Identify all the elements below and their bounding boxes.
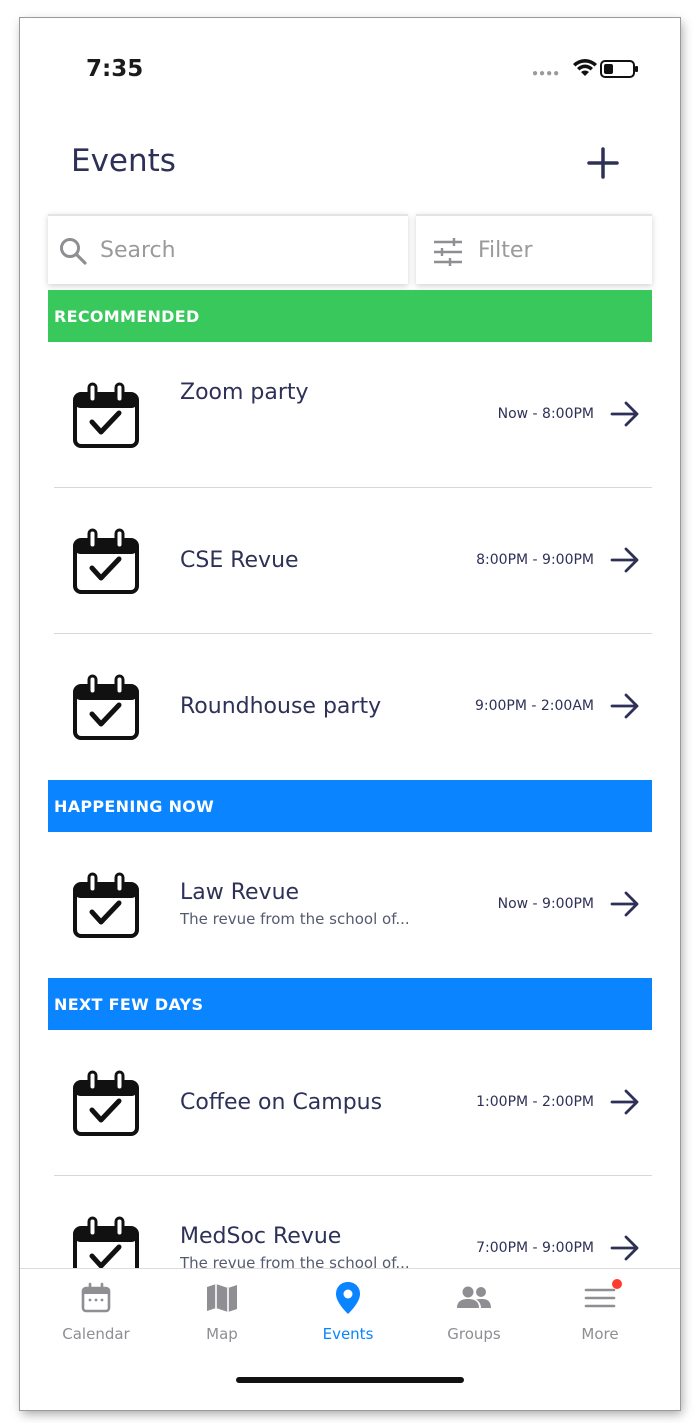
sliders-icon	[434, 238, 462, 266]
tab-map[interactable]: Map	[167, 1279, 277, 1349]
add-event-button[interactable]	[580, 140, 626, 186]
search-input[interactable]: Search	[48, 214, 408, 284]
phone-screen: 7:35 ●●●● Events Search Filter RECOMMEND…	[20, 18, 680, 1410]
search-placeholder: Search	[100, 238, 176, 263]
filter-label: Filter	[478, 238, 533, 263]
event-row-cse-revue[interactable]: CSE Revue 8:00PM - 9:00PM	[48, 488, 652, 634]
arrow-right-icon	[610, 1235, 639, 1261]
event-title: Roundhouse party	[180, 694, 382, 719]
battery-icon	[600, 60, 638, 78]
calendar-check-icon	[73, 1070, 139, 1136]
section-header-next-few-days: NEXT FEW DAYS	[48, 978, 652, 1030]
event-time: 9:00PM - 2:00AM	[474, 698, 594, 714]
event-time: 8:00PM - 9:00PM	[476, 552, 594, 568]
event-title: Coffee on Campus	[180, 1090, 383, 1115]
section-header-recommended: RECOMMENDED	[48, 290, 652, 342]
location-pin-icon	[335, 1279, 361, 1317]
arrow-right-icon	[610, 401, 639, 427]
event-title: Law Revue	[180, 880, 300, 905]
tab-calendar[interactable]: Calendar	[41, 1279, 151, 1349]
plus-icon	[587, 147, 619, 179]
arrow-right-icon	[610, 693, 639, 719]
tab-label: Calendar	[62, 1325, 130, 1343]
tab-label: More	[581, 1325, 619, 1343]
event-title: MedSoc Revue	[180, 1224, 342, 1249]
event-row-coffee-on-campus[interactable]: Coffee on Campus 1:00PM - 2:00PM	[48, 1030, 652, 1176]
calendar-icon	[80, 1279, 112, 1317]
filter-button[interactable]: Filter	[416, 214, 652, 284]
event-row-law-revue[interactable]: Law Revue The revue from the school of..…	[48, 832, 652, 978]
event-subtitle: The revue from the school of...	[180, 910, 410, 928]
menu-icon	[584, 1279, 622, 1317]
tab-label: Groups	[447, 1325, 501, 1343]
wifi-icon	[573, 59, 597, 76]
search-filter-row: Search Filter	[48, 214, 652, 286]
section-header-happening-now: HAPPENING NOW	[48, 780, 652, 832]
notification-badge	[612, 1279, 622, 1289]
signal-icon: ●●●●	[532, 68, 561, 79]
home-indicator[interactable]	[236, 1377, 464, 1383]
calendar-check-icon	[73, 382, 139, 448]
tab-groups[interactable]: Groups	[419, 1279, 529, 1349]
event-row-roundhouse-party[interactable]: Roundhouse party 9:00PM - 2:00AM	[48, 634, 652, 780]
event-time: Now - 9:00PM	[497, 896, 594, 912]
tab-more[interactable]: More	[545, 1279, 655, 1349]
tab-events[interactable]: Events	[293, 1279, 403, 1349]
event-title: Zoom party	[180, 380, 309, 405]
page-title: Events	[71, 143, 176, 179]
tab-label: Map	[206, 1325, 238, 1343]
tab-label: Events	[322, 1325, 374, 1343]
event-time: Now - 8:00PM	[497, 406, 594, 422]
event-title: CSE Revue	[180, 548, 299, 573]
event-list: RECOMMENDED Zoom party Now - 8:00PM CSE …	[48, 290, 652, 1322]
calendar-check-icon	[73, 872, 139, 938]
search-icon	[60, 238, 87, 265]
arrow-right-icon	[610, 891, 639, 917]
tab-bar: Calendar Map Events Groups More	[20, 1268, 680, 1410]
arrow-right-icon	[610, 547, 639, 573]
people-icon	[456, 1279, 492, 1317]
event-time: 7:00PM - 9:00PM	[476, 1240, 594, 1256]
calendar-check-icon	[73, 528, 139, 594]
screenshot-frame: 7:35 ●●●● Events Search Filter RECOMMEND…	[0, 0, 700, 1423]
event-row-zoom-party[interactable]: Zoom party Now - 8:00PM	[48, 342, 652, 488]
arrow-right-icon	[610, 1089, 639, 1115]
map-icon	[205, 1279, 239, 1317]
status-time: 7:35	[86, 56, 144, 82]
status-icons: ●●●●	[528, 56, 648, 80]
status-bar: 7:35 ●●●●	[20, 18, 680, 118]
calendar-check-icon	[73, 674, 139, 740]
event-time: 1:00PM - 2:00PM	[476, 1094, 594, 1110]
